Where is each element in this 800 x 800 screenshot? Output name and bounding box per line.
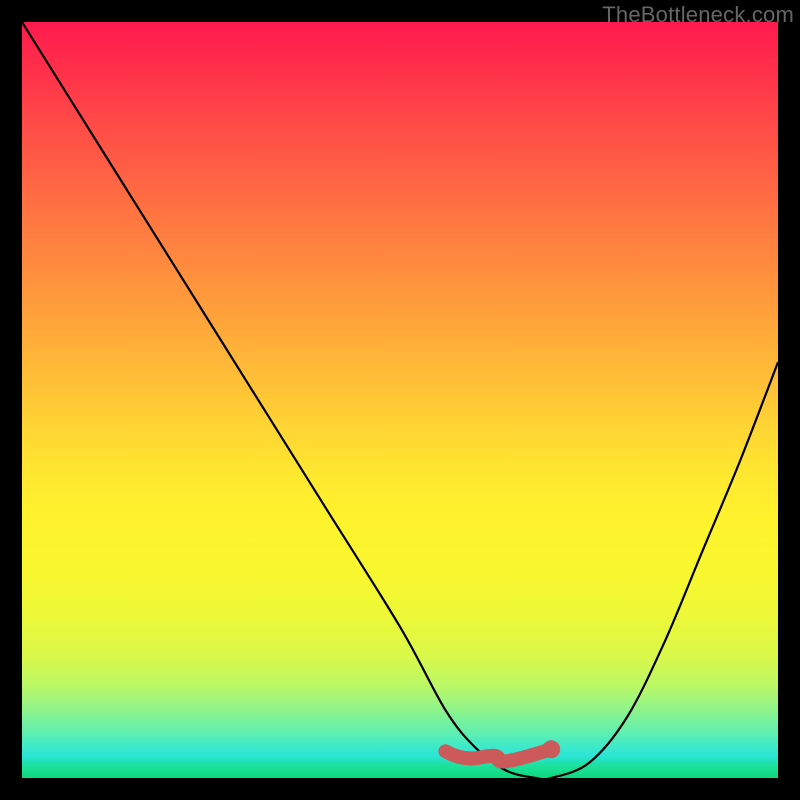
- chart-stage: TheBottleneck.com: [0, 0, 800, 800]
- optimal-range-marker: [22, 22, 778, 778]
- watermark-text: TheBottleneck.com: [602, 2, 794, 28]
- plot-area: [22, 22, 778, 778]
